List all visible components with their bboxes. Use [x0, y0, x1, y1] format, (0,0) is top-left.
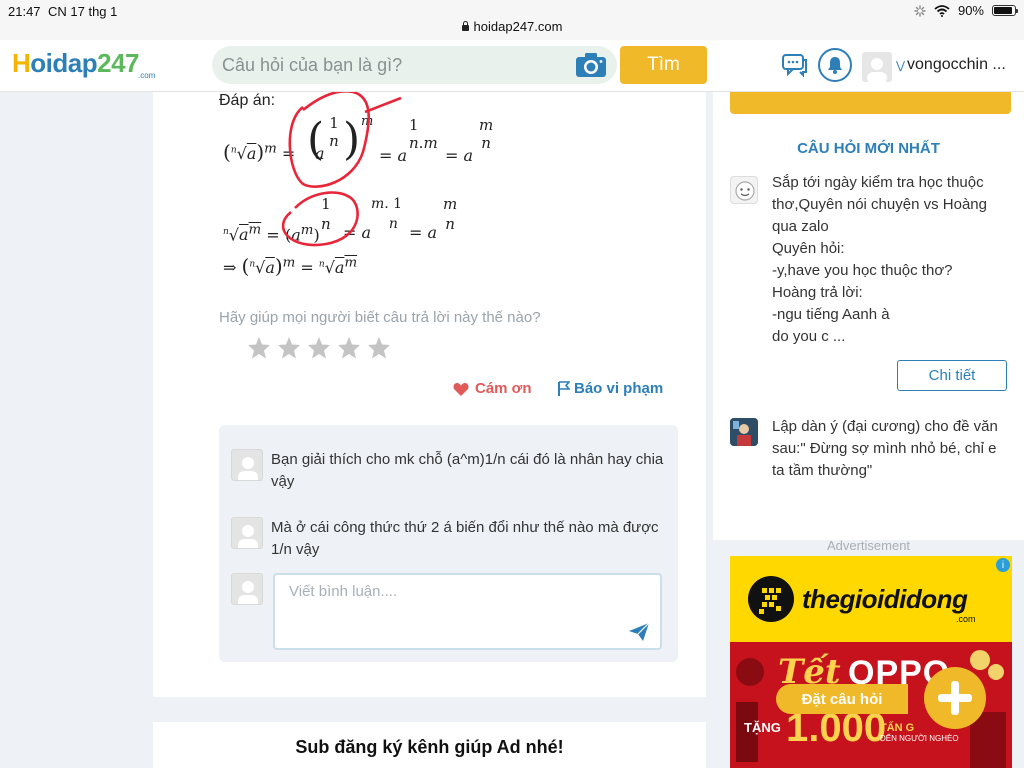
- chevron-down-icon: ⋁: [896, 60, 906, 72]
- plus-icon: [938, 681, 972, 715]
- question-avatar[interactable]: [730, 176, 758, 204]
- user-menu[interactable]: ⋁ vongocchin ...: [896, 56, 1006, 74]
- status-time: 21:47: [8, 4, 41, 19]
- report-button[interactable]: Báo vi phạm: [557, 380, 663, 397]
- advertisement-label: Advertisement: [826, 538, 911, 553]
- question-item[interactable]: Lập dàn ý (đại cương) cho đề văn sau:" Đừ…: [772, 416, 1012, 482]
- brand-name: thegioididong: [802, 584, 968, 614]
- search-input[interactable]: [222, 46, 562, 84]
- star-icon[interactable]: [367, 336, 391, 360]
- sidebar: CÂU HỎI MỚI NHẤT Sắp tới ngày kiểm tra h…: [713, 92, 1024, 540]
- search-box: [212, 46, 617, 84]
- ask-question-button[interactable]: [730, 92, 1011, 114]
- question-line: ta tầm thường": [772, 462, 873, 479]
- answer-card: Đáp án: (n√a)m = ( a 1n ) m = a 1 n.m = a…: [153, 92, 706, 697]
- question-line: qua zalo: [772, 218, 829, 235]
- question-line: sau:" Đừng sợ mình nhỏ bé, chỉ e: [772, 440, 997, 457]
- question-line: -y,have you học thuộc thơ?: [772, 262, 953, 279]
- comment-input-box: [273, 573, 662, 650]
- question-line: -ngu tiếng Aanh à: [772, 306, 890, 323]
- loading-icon: [914, 4, 926, 17]
- address-bar[interactable]: hoidap247.com: [0, 19, 1024, 34]
- wifi-icon: [934, 4, 950, 17]
- thanks-button[interactable]: Cám ơn: [453, 380, 532, 397]
- commenter-avatar[interactable]: [231, 449, 263, 481]
- brand-logo-icon: [748, 576, 794, 622]
- user-avatar[interactable]: [862, 52, 892, 82]
- messages-icon[interactable]: [782, 53, 808, 77]
- question-line: Lập dàn ý (đại cương) cho đề văn: [772, 418, 998, 435]
- comment-item: Mà ở cái công thức thứ 2 á biến đổi như …: [231, 517, 671, 561]
- star-icon[interactable]: [277, 336, 301, 360]
- comment-text: Bạn giải thích cho mk chỗ (a^m)1/n cái đ…: [271, 451, 664, 490]
- bell-icon: [828, 57, 842, 74]
- lock-icon: [461, 21, 469, 31]
- annotation-circle-2: [281, 191, 359, 247]
- rating-stars: [247, 336, 391, 360]
- status-date: CN 17 thg 1: [48, 4, 118, 19]
- battery-percent: 90%: [957, 3, 984, 18]
- battery-icon: [992, 5, 1018, 16]
- question-line: do you c ...: [772, 328, 846, 345]
- question-line: Sắp tới ngày kiểm tra học thuộc: [772, 174, 984, 191]
- search-button[interactable]: Tìm: [620, 46, 707, 84]
- question-line: thơ,Quyên nói chuyện vs Hoàng: [772, 196, 987, 213]
- detail-button[interactable]: Chi tiết: [897, 360, 1007, 391]
- camera-icon[interactable]: [575, 52, 607, 78]
- comment-item: Bạn giải thích cho mk chỗ (a^m)1/n cái đ…: [231, 449, 671, 493]
- rating-prompt: Hãy giúp mọi người biết câu trả lời này …: [219, 309, 541, 326]
- comments-section: Bạn giải thích cho mk chỗ (a^m)1/n cái đ…: [219, 425, 678, 662]
- username: vongocchin ...: [907, 56, 1006, 73]
- notification-button[interactable]: [818, 48, 852, 82]
- latest-questions-heading: CÂU HỎI MỚI NHẤT: [797, 140, 940, 157]
- star-icon[interactable]: [247, 336, 271, 360]
- ios-status-bar: 21:47 CN 17 thg 1 hoidap247.com 90%: [0, 0, 1024, 40]
- flag-icon: [558, 381, 570, 396]
- question-line: Hoàng trả lời:: [772, 284, 863, 301]
- next-card: Sub đăng ký kênh giúp Ad nhé!: [153, 722, 706, 768]
- answer-label: Đáp án:: [219, 92, 276, 109]
- comment-input[interactable]: [289, 583, 619, 643]
- site-header: Hoidap247 .com Tìm ⋁vongocchin ...: [0, 40, 1024, 92]
- star-icon[interactable]: [307, 336, 331, 360]
- logo-domain: .com: [138, 71, 156, 80]
- question-line: Quyên hỏi:: [772, 240, 845, 257]
- ad-banner[interactable]: thegioididong .com i Tết OPPO TẶNG 1.000…: [730, 556, 1012, 768]
- status-indicators: 90%: [914, 3, 1018, 18]
- ad-unit: TẤN G: [880, 722, 915, 734]
- url-text: hoidap247.com: [473, 19, 563, 34]
- star-icon[interactable]: [337, 336, 361, 360]
- ad-subtext: ĐẾN NGƯỜI NGHÈO: [880, 734, 959, 743]
- ad-header: thegioididong .com: [730, 556, 1012, 642]
- ad-tang: TẶNG: [744, 720, 781, 735]
- floating-ask-button[interactable]: [924, 667, 986, 729]
- brand-domain: .com: [956, 614, 976, 624]
- question-item[interactable]: Sắp tới ngày kiểm tra học thuộc thơ,Quyên…: [772, 172, 1012, 348]
- commenter-avatar[interactable]: [231, 517, 263, 549]
- send-icon[interactable]: [628, 622, 650, 642]
- heart-icon: [453, 382, 469, 396]
- comment-text: Mà ở cái công thức thứ 2 á biến đổi như …: [271, 519, 659, 558]
- floating-ask-label[interactable]: Đặt câu hỏi: [776, 684, 908, 714]
- my-avatar: [231, 573, 263, 605]
- site-logo[interactable]: Hoidap247: [12, 48, 140, 79]
- question-avatar[interactable]: [730, 418, 758, 446]
- ad-info-icon[interactable]: i: [996, 558, 1010, 572]
- next-card-title: Sub đăng ký kênh giúp Ad nhé!: [295, 737, 564, 757]
